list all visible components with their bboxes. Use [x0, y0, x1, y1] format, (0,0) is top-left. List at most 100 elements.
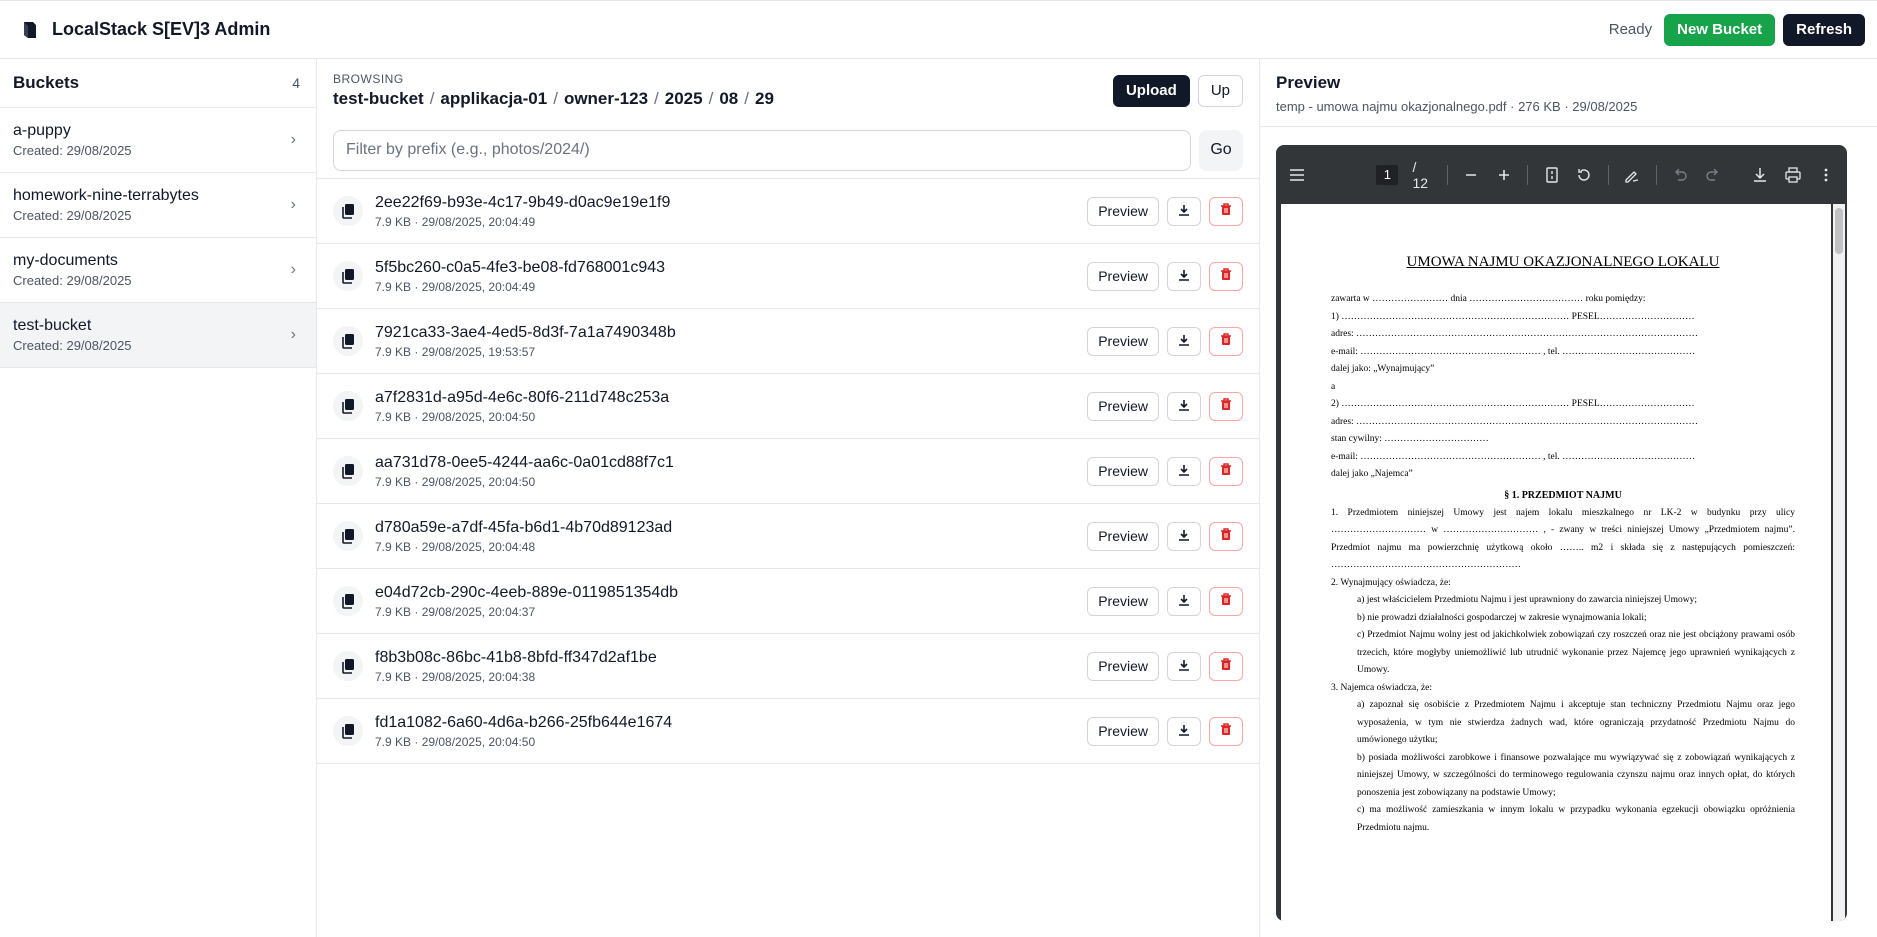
delete-button[interactable]: [1209, 196, 1243, 226]
bucket-name: a-puppy: [13, 122, 71, 139]
breadcrumb-separator: /: [708, 89, 714, 108]
annotate-icon[interactable]: [1623, 164, 1642, 186]
file-meta: 7.9 KB · 29/08/2025, 20:04:48: [375, 539, 536, 554]
zoom-out-icon[interactable]: [1461, 164, 1480, 186]
file-name: 2ee22f69-b93e-4c17-9b49-d0ac9e19e1f9: [375, 193, 671, 211]
refresh-button[interactable]: Refresh: [1783, 13, 1865, 46]
delete-button[interactable]: [1209, 651, 1243, 681]
file-name: fd1a1082-6a60-4d6a-b266-25fb644e1674: [375, 713, 673, 731]
sidebar-header: Buckets 4: [0, 59, 316, 108]
more-options-icon[interactable]: [1816, 164, 1835, 186]
page-total: / 12: [1412, 158, 1429, 191]
file-row[interactable]: f8b3b08c-86bc-41b8-8bfd-ff347d2af1be 7.9 …: [317, 634, 1259, 699]
scrollbar-thumb[interactable]: [1835, 208, 1843, 254]
file-actions: Preview: [1087, 651, 1243, 681]
breadcrumb-item[interactable]: owner-123: [564, 89, 648, 109]
up-button[interactable]: Up: [1197, 74, 1243, 107]
file-row[interactable]: e04d72cb-290c-4eeb-889e-0119851354db 7.9 …: [317, 569, 1259, 634]
file-info: e04d72cb-290c-4eeb-889e-0119851354db 7.9 …: [333, 584, 678, 619]
preview-button[interactable]: Preview: [1087, 391, 1159, 421]
bucket-created: Created: 29/08/2025: [13, 273, 132, 288]
breadcrumb-item[interactable]: 08: [719, 89, 738, 109]
download-button[interactable]: [1167, 521, 1201, 551]
download-button[interactable]: [1167, 391, 1201, 421]
download-button[interactable]: [1167, 456, 1201, 486]
bucket-created: Created: 29/08/2025: [13, 338, 132, 353]
breadcrumb-item[interactable]: 2025: [665, 89, 703, 109]
preview-button[interactable]: Preview: [1087, 586, 1159, 616]
file-row[interactable]: a7f2831d-a95d-4e6c-80f6-211d748c253a 7.9 …: [317, 374, 1259, 439]
preview-button[interactable]: Preview: [1087, 521, 1159, 551]
file-row[interactable]: aa731d78-0ee5-4244-aa6c-0a01cd88f7c1 7.9 …: [317, 439, 1259, 504]
document-line: adres: …………………………………………………………………………………………: [1331, 329, 1699, 339]
download-button[interactable]: [1167, 651, 1201, 681]
document-paragraph: a) zapoznał się osobiście z Przedmiotem …: [1357, 700, 1795, 745]
preview-button[interactable]: Preview: [1087, 716, 1159, 746]
new-bucket-button[interactable]: New Bucket: [1664, 13, 1776, 46]
preview-button[interactable]: Preview: [1087, 196, 1159, 226]
bucket-created: Created: 29/08/2025: [13, 143, 132, 158]
pdf-scrollbar[interactable]: [1833, 204, 1845, 921]
toolbar-divider: [1607, 164, 1609, 185]
file-row[interactable]: 2ee22f69-b93e-4c17-9b49-d0ac9e19e1f9 7.9 …: [317, 179, 1259, 244]
download-icon[interactable]: [1750, 164, 1769, 186]
pdf-viewer: 1 / 12 UMOWA NAJMU OKAZJONALNEGO LOKALU …: [1276, 145, 1847, 921]
preview-file-meta: temp - umowa najmu okazjonalnego.pdf · 2…: [1276, 99, 1638, 114]
preview-button[interactable]: Preview: [1087, 326, 1159, 356]
rotate-icon[interactable]: [1575, 164, 1594, 186]
bucket-item[interactable]: a-puppy Created: 29/08/2025 ›: [0, 108, 316, 173]
print-icon[interactable]: [1783, 164, 1802, 186]
download-icon: [1178, 203, 1190, 220]
download-button[interactable]: [1167, 586, 1201, 616]
browsing-label: BROWSING: [333, 72, 404, 86]
menu-icon[interactable]: [1288, 164, 1307, 186]
file-row[interactable]: d780a59e-a7df-45fa-b6d1-4b70d89123ad 7.9 …: [317, 504, 1259, 569]
preview-button[interactable]: Preview: [1087, 456, 1159, 486]
toolbar-divider: [1446, 164, 1448, 185]
download-button[interactable]: [1167, 716, 1201, 746]
delete-button[interactable]: [1209, 261, 1243, 291]
prefix-filter-input[interactable]: [333, 129, 1191, 171]
bucket-item[interactable]: homework-nine-terrabytes Created: 29/08/2…: [0, 173, 316, 238]
download-button[interactable]: [1167, 196, 1201, 226]
file-meta: 7.9 KB · 29/08/2025, 20:04:38: [375, 669, 536, 684]
toolbar-divider: [1527, 164, 1529, 185]
file-name: f8b3b08c-86bc-41b8-8bfd-ff347d2af1be: [375, 648, 657, 666]
file-row[interactable]: 7921ca33-3ae4-4ed5-8d3f-7a1a7490348b 7.9 …: [317, 309, 1259, 374]
zoom-in-icon[interactable]: [1494, 164, 1513, 186]
file-row[interactable]: 5f5bc260-c0a5-4fe3-be08-fd768001c943 7.9 …: [317, 244, 1259, 309]
redo-icon[interactable]: [1703, 164, 1722, 186]
trash-icon: [1220, 267, 1232, 285]
file-row[interactable]: fd1a1082-6a60-4d6a-b266-25fb644e1674 7.9 …: [317, 699, 1259, 764]
file-meta: 7.9 KB · 29/08/2025, 20:04:50: [375, 409, 536, 424]
delete-button[interactable]: [1209, 521, 1243, 551]
fit-page-icon[interactable]: [1542, 164, 1561, 186]
toolbar-divider: [1655, 164, 1657, 185]
delete-button[interactable]: [1209, 586, 1243, 616]
delete-button[interactable]: [1209, 326, 1243, 356]
delete-button[interactable]: [1209, 391, 1243, 421]
breadcrumb-item[interactable]: 29: [755, 89, 774, 109]
preview-button[interactable]: Preview: [1087, 651, 1159, 681]
preview-button[interactable]: Preview: [1087, 261, 1159, 291]
undo-icon[interactable]: [1671, 164, 1690, 186]
upload-button[interactable]: Upload: [1112, 74, 1190, 107]
breadcrumb-item[interactable]: applikacja-01: [440, 89, 547, 109]
filter-row: Go: [317, 122, 1259, 179]
page-number-input[interactable]: 1: [1376, 164, 1399, 185]
bucket-item-selected[interactable]: test-bucket Created: 29/08/2025 ›: [0, 303, 316, 368]
download-icon: [1178, 268, 1190, 285]
bucket-item[interactable]: my-documents Created: 29/08/2025 ›: [0, 238, 316, 303]
file-name: 5f5bc260-c0a5-4fe3-be08-fd768001c943: [375, 258, 666, 276]
delete-button[interactable]: [1209, 716, 1243, 746]
bucket-logo-icon: [20, 20, 40, 40]
brand: LocalStack S[EV]3 Admin: [20, 19, 270, 40]
preview-header: Preview temp - umowa najmu okazjonalnego…: [1260, 59, 1877, 127]
delete-button[interactable]: [1209, 456, 1243, 486]
go-button[interactable]: Go: [1199, 129, 1243, 171]
bucket-count: 4: [292, 75, 300, 91]
download-button[interactable]: [1167, 261, 1201, 291]
document-line: e-mail: ………………………………………………… , tel. ………………: [1331, 346, 1696, 357]
breadcrumb-item[interactable]: test-bucket: [333, 89, 424, 109]
download-button[interactable]: [1167, 326, 1201, 356]
